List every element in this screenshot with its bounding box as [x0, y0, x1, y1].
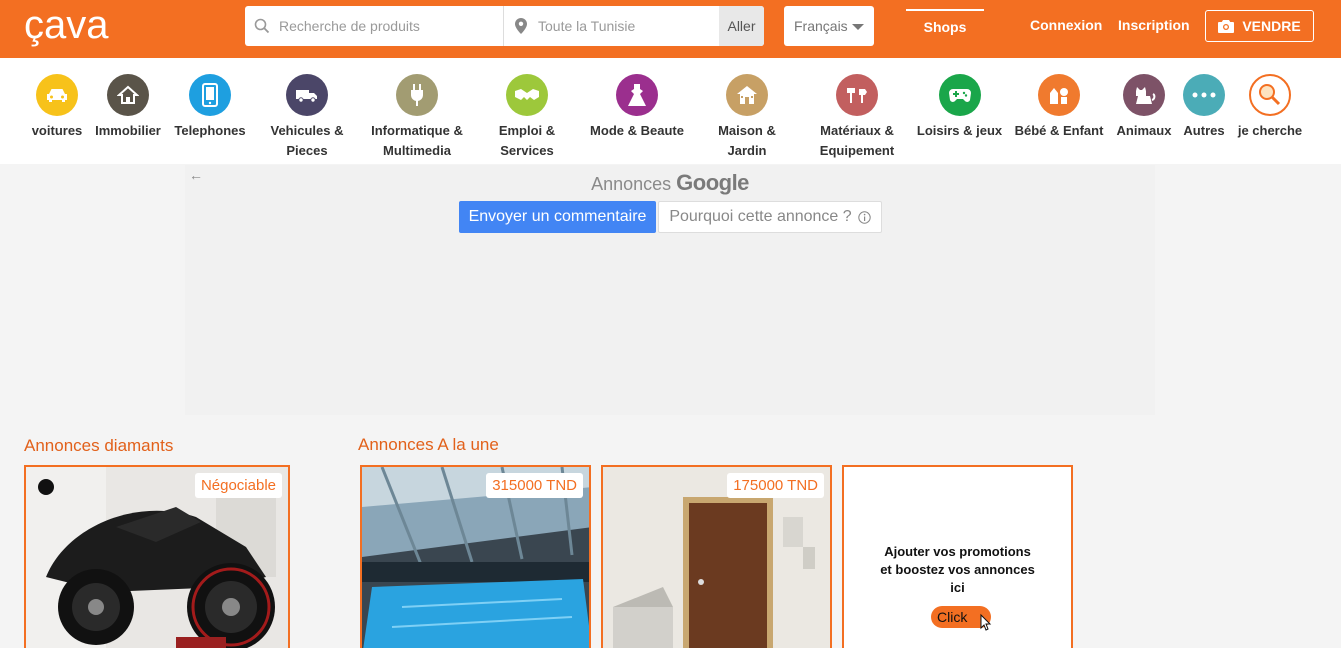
register-link[interactable]: Inscription	[1118, 17, 1190, 33]
search-bar: Aller	[245, 6, 764, 46]
info-icon	[857, 210, 871, 224]
category-label: Bébé & Enfant	[1014, 123, 1104, 138]
ad-title-brand: Google	[676, 170, 749, 195]
location-field-wrapper	[504, 6, 719, 46]
tools-icon	[836, 74, 878, 116]
category-label: Informatique & Multimedia	[371, 123, 463, 158]
category-animaux[interactable]: Animaux	[1108, 74, 1180, 141]
category-label: Matériaux & Equipement	[819, 123, 895, 158]
send-feedback-button[interactable]: Envoyer un commentaire	[459, 201, 656, 233]
sell-button[interactable]: VENDRE	[1205, 10, 1314, 42]
category-emploi-services[interactable]: Emploi & Services	[482, 74, 572, 161]
cat-icon	[1123, 74, 1165, 116]
category-bar: voitures Immobilier Telephones Vehicules…	[0, 58, 1341, 164]
diamond-listing-card[interactable]: Négociable	[24, 465, 290, 648]
category-bebe-enfant[interactable]: Bébé & Enfant	[1010, 74, 1108, 141]
home-garden-icon	[726, 74, 768, 116]
section-title-featured: Annonces A la une	[358, 435, 499, 454]
category-label: Telephones	[174, 123, 246, 138]
phone-icon	[189, 74, 231, 116]
category-label: Loisirs & jeux	[916, 123, 1003, 138]
sell-button-label: VENDRE	[1242, 18, 1301, 34]
category-label: voitures	[31, 123, 83, 138]
promo-card[interactable]: Ajouter vos promotions et boostez vos an…	[842, 465, 1073, 648]
more-icon	[1183, 74, 1225, 116]
login-link[interactable]: Connexion	[1030, 17, 1102, 33]
category-immobilier[interactable]: Immobilier	[88, 74, 168, 141]
why-this-ad-button[interactable]: Pourquoi cette annonce ?	[658, 201, 882, 233]
category-label: je cherche	[1237, 123, 1303, 138]
negotiable-badge: Négociable	[194, 473, 282, 498]
shops-link[interactable]: Shops	[906, 9, 984, 43]
magnifier-icon	[1249, 74, 1291, 116]
baby-icon	[1038, 74, 1080, 116]
promo-text: Ajouter vos promotions et boostez vos an…	[880, 544, 1035, 595]
top-header: çava Aller Français Shops Connexion Insc…	[0, 0, 1341, 58]
car-icon	[36, 74, 78, 116]
category-loisirs-jeux[interactable]: Loisirs & jeux	[912, 74, 1007, 141]
location-pin-icon	[504, 18, 538, 34]
location-input[interactable]	[538, 18, 719, 34]
cava-logo[interactable]: çava	[24, 6, 154, 48]
category-label: Mode & Beaute	[590, 123, 684, 138]
category-label: Autres	[1183, 123, 1225, 138]
language-select[interactable]: Français	[784, 6, 874, 46]
category-autres[interactable]: Autres	[1175, 74, 1233, 141]
chevron-down-icon	[852, 24, 864, 30]
dress-icon	[616, 74, 658, 116]
plug-icon	[396, 74, 438, 116]
search-input[interactable]	[279, 18, 503, 34]
search-submit-button[interactable]: Aller	[719, 6, 764, 46]
ad-title-prefix: Annonces	[591, 174, 672, 194]
category-label: Animaux	[1116, 123, 1172, 138]
category-informatique[interactable]: Informatique & Multimedia	[363, 74, 471, 161]
category-voitures[interactable]: voitures	[17, 74, 97, 141]
featured-listing-card[interactable]: 315000 TND	[360, 465, 591, 648]
promo-click-label: Click	[937, 609, 968, 625]
section-title-diamonds: Annonces diamants	[24, 436, 174, 455]
language-selected-value: Français	[794, 18, 848, 34]
category-vehicules-pieces[interactable]: Vehicules & Pieces	[262, 74, 352, 161]
truck-icon	[286, 74, 328, 116]
handshake-icon	[506, 74, 548, 116]
ad-container: ← Annonces Google Envoyer un commentaire…	[185, 165, 1155, 415]
ad-title: Annonces Google	[185, 170, 1155, 196]
category-materiaux[interactable]: Matériaux & Equipement	[807, 74, 907, 161]
category-telephones[interactable]: Telephones	[170, 74, 250, 141]
why-this-ad-label: Pourquoi cette annonce ?	[669, 208, 852, 225]
camera-icon	[1218, 20, 1235, 33]
house-icon	[107, 74, 149, 116]
svg-text:çava: çava	[24, 6, 109, 47]
category-label: Immobilier	[95, 123, 161, 138]
search-field-wrapper	[245, 6, 504, 46]
category-label: Maison & Jardin	[718, 123, 776, 158]
category-label: Emploi & Services	[498, 123, 556, 158]
search-icon	[245, 18, 279, 34]
category-maison-jardin[interactable]: Maison & Jardin	[702, 74, 792, 161]
category-je-cherche[interactable]: je cherche	[1232, 74, 1308, 141]
listing-price: 175000 TND	[727, 473, 824, 498]
featured-listing-card[interactable]: 175000 TND	[601, 465, 832, 648]
gamepad-icon	[938, 74, 981, 116]
category-mode-beaute[interactable]: Mode & Beaute	[583, 74, 691, 141]
listing-price: 315000 TND	[486, 473, 583, 498]
category-label: Vehicules & Pieces	[270, 123, 344, 158]
cursor-pointer-icon	[980, 613, 992, 631]
